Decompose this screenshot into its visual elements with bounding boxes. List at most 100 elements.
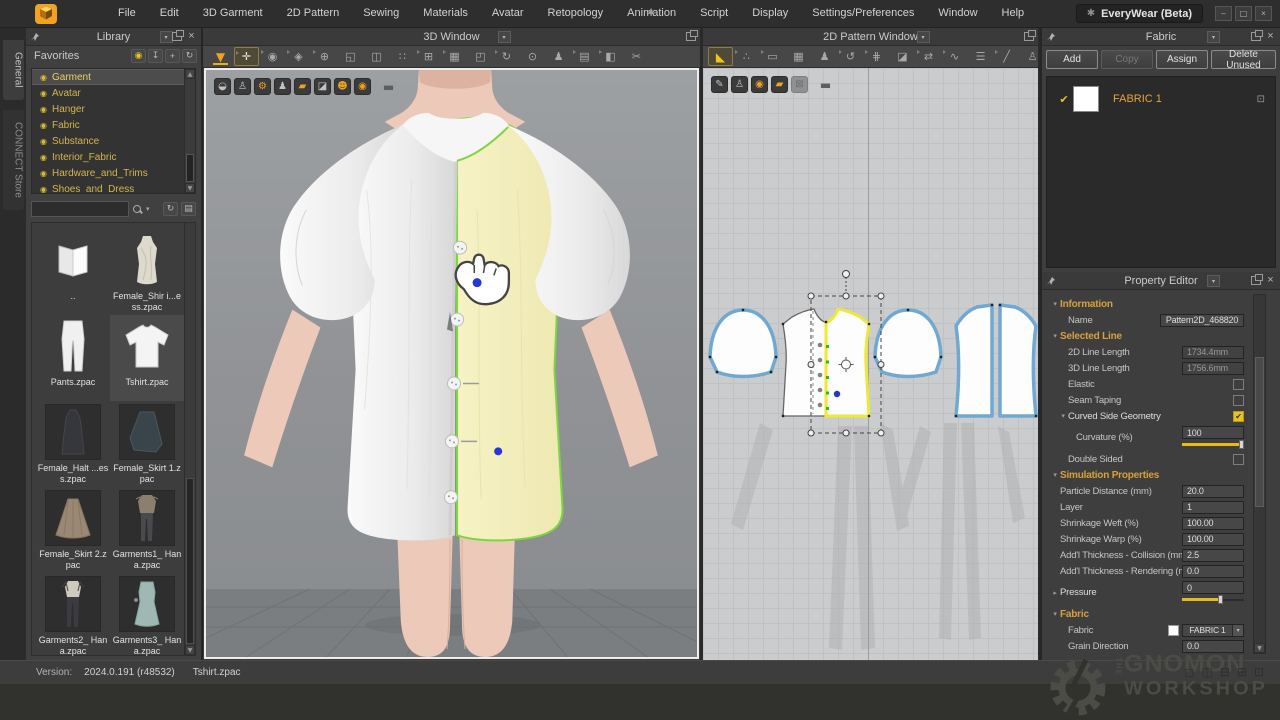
fold-pattern-icon[interactable]: ◪	[890, 47, 915, 66]
list-item-parent-folder[interactable]: ..	[36, 229, 110, 315]
layout-split-icon[interactable]: ◫	[1201, 665, 1212, 679]
arrangement-points-icon[interactable]: ∷	[390, 47, 415, 66]
sewing-machine-icon[interactable]: ∿	[942, 47, 967, 66]
simulate-icon[interactable]: ▼	[208, 47, 233, 66]
layout-horizontal-icon[interactable]: ⊟	[1220, 665, 1230, 679]
curved-side-geometry-checkbox[interactable]: ✔	[1233, 411, 1244, 422]
selection-point[interactable]	[494, 447, 502, 455]
show-wedge-icon[interactable]: ◪	[314, 78, 331, 95]
library-search-field[interactable]	[31, 201, 129, 217]
list-item-female-halter-dress[interactable]: Female_Halt ...ess.zpac	[36, 401, 110, 487]
sync-icon[interactable]: ⇄	[916, 47, 941, 66]
pattern-piece-left-sleeve[interactable]	[710, 310, 776, 377]
pin-icon[interactable]	[1046, 32, 1056, 42]
texture-toggle-icon[interactable]: ◉	[751, 76, 768, 93]
fabric-select[interactable]: FABRIC 1▾	[1168, 624, 1244, 637]
import-icon[interactable]: ↧	[148, 49, 163, 63]
cut-sew-icon[interactable]: ╱	[994, 47, 1019, 66]
view-mode-icon[interactable]: ▤	[181, 202, 196, 216]
section-icon[interactable]: ◧	[598, 47, 623, 66]
select-mesh-icon[interactable]: ◉	[260, 47, 285, 66]
favorite-item-interior-fabric[interactable]: ◉Interior_Fabric	[32, 149, 195, 165]
menu-materials[interactable]: Materials	[411, 0, 480, 27]
scrollbar-thumb[interactable]	[186, 154, 194, 182]
reset-2d-icon[interactable]: ↺	[838, 47, 863, 66]
list-item-female-skirt-2[interactable]: Female_Skirt 2.zpac	[36, 487, 110, 573]
fold-arrangement-icon[interactable]: ◱	[338, 47, 363, 66]
add-favorite-icon[interactable]: +	[165, 49, 180, 63]
menu-avatar[interactable]: Avatar	[480, 0, 536, 27]
section-simulation-properties[interactable]: ▾ Simulation Properties	[1042, 467, 1280, 483]
pattern-fill-icon[interactable]: ▰	[771, 76, 788, 93]
rotate-avatar-icon[interactable]: ↻	[494, 47, 519, 66]
curvature-input[interactable]: 100	[1182, 426, 1244, 439]
layout-render-icon[interactable]: ⊡	[1254, 665, 1264, 679]
menu-3d-garment[interactable]: 3D Garment	[191, 0, 275, 27]
section-information[interactable]: ▾ Information	[1042, 296, 1280, 312]
copy-fabric-button[interactable]: Copy	[1101, 50, 1153, 69]
scroll-up-icon[interactable]: ▲	[185, 69, 195, 79]
rectangle-tool-icon[interactable]: ▭	[760, 47, 785, 66]
library-refresh-icon[interactable]: ↻	[163, 202, 178, 216]
search-dropdown-icon[interactable]: ▾	[146, 205, 156, 213]
menu-2d-pattern[interactable]: 2D Pattern	[275, 0, 352, 27]
tab-connect-store[interactable]: CONNECT Store	[3, 110, 24, 210]
seam-taping-checkbox[interactable]	[1233, 395, 1244, 406]
menu-edit[interactable]: Edit	[148, 0, 191, 27]
fabric-list-item[interactable]: ✔ FABRIC 1 ⊡	[1047, 81, 1275, 117]
library-scrollbar[interactable]: ▼	[184, 223, 195, 655]
pattern-image-icon[interactable]: ▦	[786, 47, 811, 66]
search-input[interactable]	[35, 204, 125, 215]
add-fabric-button[interactable]: Add	[1046, 50, 1098, 69]
close-button[interactable]: ×	[1255, 6, 1272, 21]
expand-icon[interactable]: ▸	[1050, 589, 1060, 597]
sewing-tool-icon[interactable]: ⊕	[312, 47, 337, 66]
ruler-icon[interactable]: ▬	[380, 78, 397, 95]
scroll-down-icon[interactable]: ▼	[1254, 643, 1265, 653]
pin-icon[interactable]	[30, 32, 40, 42]
edit-pattern-icon[interactable]: ∴	[734, 47, 759, 66]
3d-window-dropdown-icon[interactable]: ▾	[498, 31, 511, 43]
minimize-button[interactable]: –	[1215, 6, 1232, 21]
scroll-down-icon[interactable]: ▼	[185, 183, 195, 193]
layer-input[interactable]: 1	[1182, 501, 1244, 514]
pin-tool-icon[interactable]: ◈	[286, 47, 311, 66]
layout-quad-icon[interactable]: ⊞	[1237, 665, 1247, 679]
pressure-slider[interactable]	[1182, 595, 1244, 604]
everywear-badge[interactable]: ✱ EveryWear (Beta)	[1076, 4, 1203, 23]
section-fabric[interactable]: ▾ Fabric	[1042, 606, 1280, 622]
list-item-garments3-hana[interactable]: Garments3_ Hana.zpac	[110, 573, 184, 659]
pleats-icon[interactable]: ☰	[968, 47, 993, 66]
menu-help[interactable]: Help	[990, 0, 1037, 27]
fabric-dropdown-icon[interactable]: ▾	[1207, 31, 1220, 43]
scrollbar-thumb[interactable]	[1255, 357, 1264, 507]
list-item-female-shirt-dress[interactable]: Female_Shir i...ess.zpac	[110, 229, 184, 315]
wall-icon[interactable]: ▤	[572, 47, 597, 66]
garment-shirt[interactable]	[280, 113, 630, 540]
dropdown-arrow-icon[interactable]: ▾	[1232, 625, 1243, 636]
assign-fabric-button[interactable]: Assign	[1156, 50, 1208, 69]
scroll-down-icon[interactable]: ▼	[185, 645, 195, 655]
name-input[interactable]: Pattern2D_468820	[1160, 314, 1244, 327]
grid-texture-icon[interactable]: ▦	[442, 47, 467, 66]
favorite-item-substance[interactable]: ◉Substance	[32, 133, 195, 149]
expand-statusbar-icon[interactable]: ▲	[648, 6, 654, 15]
popout-icon[interactable]	[686, 32, 696, 41]
magnet-icon[interactable]: ⊙	[520, 47, 545, 66]
lock-icon[interactable]: ⊠	[791, 76, 808, 93]
3d-viewport[interactable]: ◒ ♙ ⚙ ♟ ▰ ◪ ☻ ◉ ▬	[204, 68, 699, 659]
curvature-slider[interactable]	[1182, 440, 1244, 449]
menu-file[interactable]: File	[106, 0, 148, 27]
ruler-2d-icon[interactable]: ▬	[817, 76, 834, 93]
refresh-icon[interactable]: ↻	[182, 49, 197, 63]
pressure-input[interactable]: 0	[1182, 581, 1244, 594]
search-icon[interactable]	[132, 204, 143, 215]
thickness-collision-input[interactable]: 2.5	[1182, 549, 1244, 562]
show-texture-icon[interactable]: ◉	[354, 78, 371, 95]
close-panel-icon[interactable]: ×	[1265, 31, 1276, 42]
reset-arrangement-icon[interactable]: ⊞	[416, 47, 441, 66]
favorite-item-garment[interactable]: ◉Garment	[32, 69, 195, 85]
property-editor-scrollbar[interactable]: ▼	[1253, 294, 1266, 654]
particle-distance-input[interactable]: 20.0	[1182, 485, 1244, 498]
tab-general[interactable]: General	[3, 40, 24, 100]
